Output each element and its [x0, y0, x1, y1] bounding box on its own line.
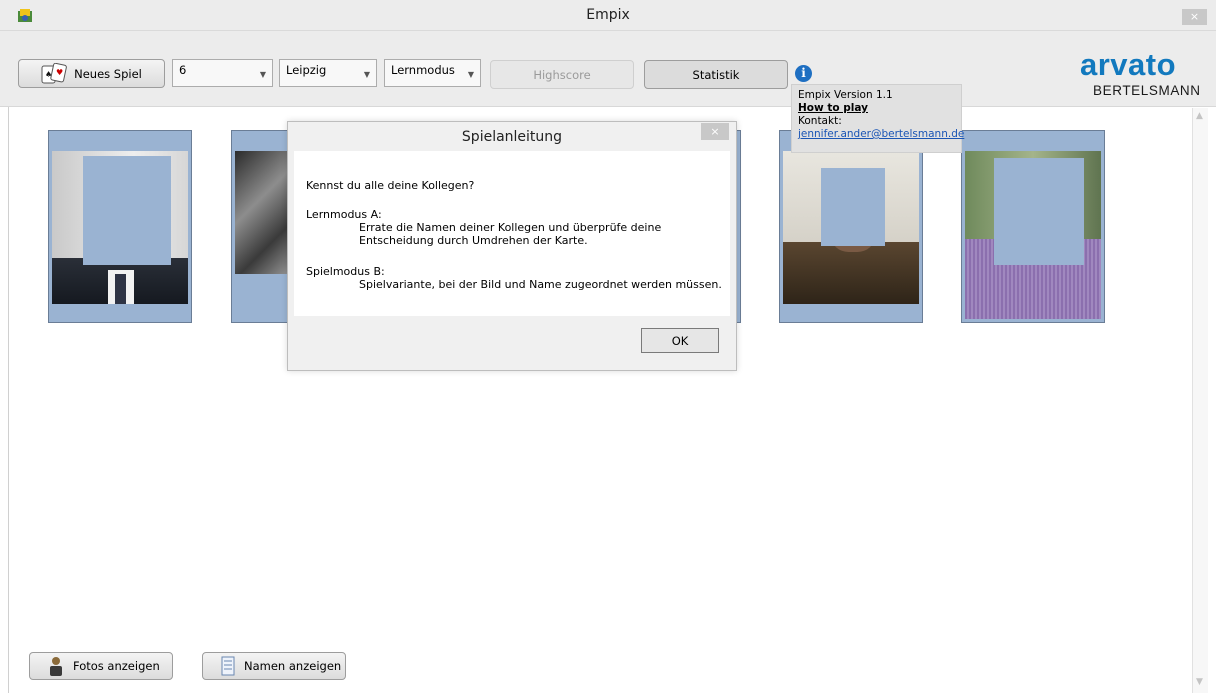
- chevron-down-icon: ▼: [259, 70, 266, 79]
- svg-text:♥: ♥: [56, 68, 63, 77]
- new-game-button[interactable]: ♠ ♥ Neues Spiel: [18, 59, 165, 88]
- logo-bertelsmann: BERTELSMANN: [1093, 83, 1201, 98]
- scroll-up-icon[interactable]: ▲: [1196, 111, 1203, 121]
- chevron-down-icon: ▼: [363, 70, 370, 79]
- scroll-down-icon[interactable]: ▼: [1196, 677, 1203, 687]
- show-names-label: Namen anzeigen: [244, 659, 342, 673]
- vertical-scrollbar[interactable]: ▲ ▼: [1192, 108, 1208, 693]
- statistics-label: Statistik: [692, 67, 740, 82]
- mode-b-line1: Spielvariante, bei der Bild und Name zug…: [359, 278, 722, 291]
- contact-email-link[interactable]: jennifer.ander@bertelsmann.de: [798, 128, 964, 141]
- mode-a-title: Lernmodus A:: [306, 208, 382, 221]
- statistics-button[interactable]: Statistik: [644, 60, 788, 89]
- dialog-close-button[interactable]: ×: [701, 123, 729, 140]
- title-bar: Empix ×: [0, 0, 1216, 31]
- svg-text:♠: ♠: [45, 70, 52, 79]
- dialog-body: Kennst du alle deine Kollegen? Lernmodus…: [294, 151, 730, 316]
- photo-card[interactable]: [779, 130, 923, 323]
- show-names-button[interactable]: Namen anzeigen: [202, 652, 346, 680]
- mode-value: Lernmodus: [391, 63, 455, 77]
- card-photo: [52, 151, 188, 304]
- toolbar: ♠ ♥ Neues Spiel 6 ▼ Leipzig ▼ Lernmodus …: [0, 31, 1216, 107]
- window-close-button[interactable]: ×: [1182, 9, 1207, 25]
- new-game-label: Neues Spiel: [74, 66, 142, 81]
- cards-icon: ♠ ♥: [41, 62, 67, 83]
- show-photos-label: Fotos anzeigen: [73, 659, 160, 673]
- how-to-play-link[interactable]: How to play: [798, 102, 955, 115]
- mode-a-line2: Entscheidung durch Umdrehen der Karte.: [359, 234, 588, 247]
- person-icon: [50, 657, 62, 676]
- version-text: Empix Version 1.1: [798, 89, 893, 101]
- contact-label: Kontakt:: [798, 115, 842, 127]
- card-photo: [235, 151, 295, 274]
- highscore-label: Highscore: [533, 67, 591, 82]
- ok-button[interactable]: OK: [641, 328, 719, 353]
- info-tooltip: Empix Version 1.1 How to play Kontakt: j…: [791, 84, 964, 153]
- instructions-dialog: Spielanleitung × Kennst du alle deine Ko…: [287, 121, 737, 371]
- mode-a-line1: Errate die Namen deiner Kollegen und übe…: [359, 221, 662, 234]
- document-icon: [221, 656, 235, 676]
- location-select[interactable]: Leipzig ▼: [279, 59, 377, 87]
- highscore-button[interactable]: Highscore: [490, 60, 634, 89]
- count-value: 6: [179, 63, 187, 77]
- card-photo: [783, 151, 919, 304]
- count-select[interactable]: 6 ▼: [172, 59, 273, 87]
- mode-b-title: Spielmodus B:: [306, 265, 385, 278]
- dialog-intro: Kennst du alle deine Kollegen?: [306, 179, 475, 192]
- info-icon[interactable]: i: [795, 65, 812, 82]
- show-photos-button[interactable]: Fotos anzeigen: [29, 652, 173, 680]
- photo-card[interactable]: [961, 130, 1105, 323]
- chevron-down-icon: ▼: [467, 70, 474, 79]
- location-value: Leipzig: [286, 63, 327, 77]
- card-photo: [965, 151, 1101, 319]
- window-title: Empix: [586, 7, 630, 23]
- photo-card[interactable]: [48, 130, 192, 323]
- mode-select[interactable]: Lernmodus ▼: [384, 59, 481, 87]
- dialog-title: Spielanleitung: [461, 129, 563, 145]
- logo-arvato: arvato: [1080, 47, 1177, 82]
